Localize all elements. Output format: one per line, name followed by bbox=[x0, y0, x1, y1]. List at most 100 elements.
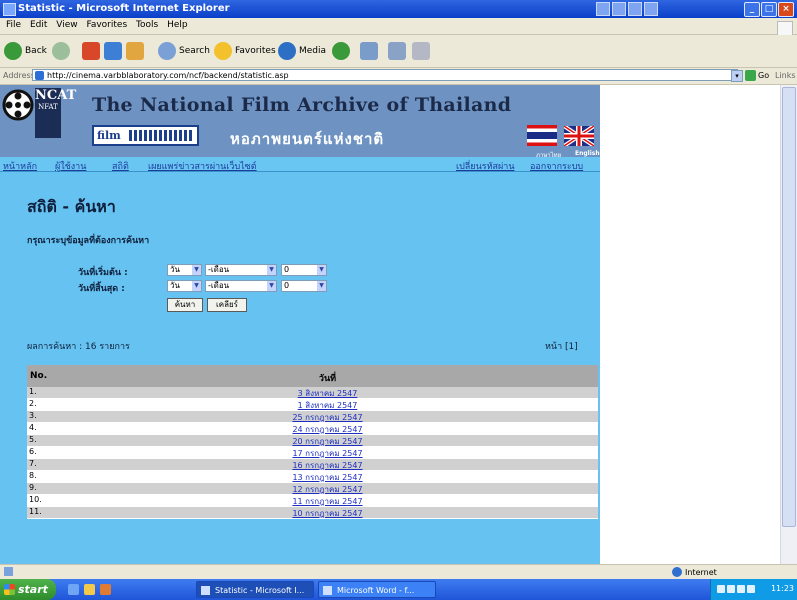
address-input[interactable]: http://cinema.varbblaboratory.com/ncf/ba… bbox=[32, 69, 738, 81]
nav-change-password[interactable]: เปลี่ยนรหัสผ่าน bbox=[456, 159, 514, 173]
word-icon bbox=[323, 586, 332, 595]
edit-icon bbox=[412, 42, 430, 60]
status-bar: Internet bbox=[0, 564, 797, 579]
nav-logout[interactable]: ออกจากระบบ bbox=[530, 159, 583, 173]
go-button[interactable]: Go bbox=[745, 70, 769, 81]
tray-icon-4[interactable] bbox=[747, 585, 755, 593]
reset-button[interactable]: เคลียร์ bbox=[207, 298, 247, 312]
clock[interactable]: 11:23 bbox=[771, 584, 794, 593]
history-icon bbox=[332, 42, 350, 60]
pager[interactable]: หน้า [1] bbox=[545, 339, 578, 353]
table-row: 10. 11 กรกฎาคม 2547 bbox=[27, 495, 598, 507]
edit-button[interactable] bbox=[412, 41, 430, 61]
row-number: 3. bbox=[29, 411, 37, 420]
media-icon bbox=[278, 42, 296, 60]
start-year-select[interactable]: 0 ▼ bbox=[281, 264, 327, 276]
back-icon bbox=[4, 42, 22, 60]
taskbar-item-word[interactable]: Microsoft Word - f... bbox=[318, 581, 436, 598]
search-submit-button[interactable]: ค้นหา bbox=[167, 298, 203, 312]
quicklaunch-explorer-icon[interactable] bbox=[84, 584, 95, 595]
maximize-button[interactable]: □ bbox=[761, 2, 777, 17]
links-button[interactable]: Links bbox=[775, 71, 796, 80]
app-icon-1[interactable] bbox=[596, 2, 610, 16]
back-button[interactable]: Back bbox=[4, 41, 47, 61]
table-row: 6. 17 กรกฎาคม 2547 bbox=[27, 447, 598, 459]
row-number: 1. bbox=[29, 387, 37, 396]
results-table: No. วันที่ 1. 3 สิงหาคม 2547 2. 1 สิงหาคม 2… bbox=[27, 365, 598, 519]
scrollbar-thumb[interactable] bbox=[782, 87, 796, 527]
close-button[interactable]: × bbox=[778, 2, 794, 17]
mail-icon bbox=[360, 42, 378, 60]
search-icon bbox=[158, 42, 176, 60]
table-row: 1. 3 สิงหาคม 2547 bbox=[27, 387, 598, 399]
tray-icon-3[interactable] bbox=[737, 585, 745, 593]
ncat-logo: NCAT NFAT bbox=[35, 88, 76, 138]
table-row: 9. 12 กรกฎาคม 2547 bbox=[27, 483, 598, 495]
page-icon bbox=[35, 71, 44, 80]
nav-statistics[interactable]: สถิติ bbox=[112, 159, 129, 173]
menu-file[interactable]: File bbox=[6, 20, 21, 30]
nav-publish-news[interactable]: เผยแพร่ข่าวสารผ่านเว็บไซต์ bbox=[148, 159, 257, 173]
end-day-select[interactable]: วัน ▼ bbox=[167, 280, 202, 292]
quicklaunch-media-icon[interactable] bbox=[100, 584, 111, 595]
vertical-scrollbar[interactable] bbox=[780, 85, 797, 564]
search-button[interactable]: Search bbox=[158, 41, 210, 61]
minimize-button[interactable]: _ bbox=[744, 2, 760, 17]
address-dropdown[interactable]: ▾ bbox=[731, 70, 743, 82]
menu-tools[interactable]: Tools bbox=[136, 20, 158, 30]
end-year-select[interactable]: 0 ▼ bbox=[281, 280, 327, 292]
go-arrow-icon bbox=[745, 70, 756, 81]
stop-button[interactable] bbox=[82, 41, 100, 61]
mail-button[interactable] bbox=[360, 41, 378, 61]
start-month-select[interactable]: -เดือน ▼ bbox=[205, 264, 277, 276]
app-icon-4[interactable] bbox=[644, 2, 658, 16]
uk-flag-icon[interactable] bbox=[564, 126, 594, 146]
row-number: 4. bbox=[29, 423, 37, 432]
menu-favorites[interactable]: Favorites bbox=[86, 20, 127, 30]
film-reel-logo-icon bbox=[2, 89, 34, 121]
start-day-select[interactable]: วัน ▼ bbox=[167, 264, 202, 276]
menu-edit[interactable]: Edit bbox=[30, 20, 47, 30]
tray-icon-1[interactable] bbox=[717, 585, 725, 593]
end-month-select[interactable]: -เดือน ▼ bbox=[205, 280, 277, 292]
nav-home[interactable]: หน้าหลัก bbox=[3, 159, 37, 173]
language-english-link[interactable]: English bbox=[575, 150, 600, 157]
favorites-button[interactable]: Favorites bbox=[214, 41, 276, 61]
menu-help[interactable]: Help bbox=[167, 20, 188, 30]
nav-users[interactable]: ผู้ใช้งาน bbox=[55, 159, 86, 173]
chevron-down-icon: ▼ bbox=[192, 281, 201, 291]
instructions-text: กรุณาระบุข้อมูลที่ต้องการค้นหา bbox=[27, 236, 150, 246]
app-icon-2[interactable] bbox=[612, 2, 626, 16]
table-row: 4. 24 กรกฎาคม 2547 bbox=[27, 423, 598, 435]
app-icon-3[interactable] bbox=[628, 2, 642, 16]
home-button[interactable] bbox=[126, 41, 144, 61]
table-header: No. วันที่ bbox=[27, 365, 598, 387]
row-number: 2. bbox=[29, 399, 37, 408]
refresh-button[interactable] bbox=[104, 41, 122, 61]
table-row: 7. 16 กรกฎาคม 2547 bbox=[27, 459, 598, 471]
tray-icon-2[interactable] bbox=[727, 585, 735, 593]
print-button[interactable] bbox=[388, 41, 406, 61]
ie-icon bbox=[3, 3, 16, 16]
result-count: ผลการค้นหา : 16 รายการ bbox=[27, 342, 130, 352]
org-name-english: The National Film Archive of Thailand bbox=[92, 94, 512, 116]
forward-icon bbox=[52, 42, 70, 60]
start-button[interactable]: start bbox=[0, 579, 56, 600]
quicklaunch-ie-icon[interactable] bbox=[68, 584, 79, 595]
taskbar-item-ie[interactable]: Statistic - Microsoft I... bbox=[196, 581, 314, 598]
menu-view[interactable]: View bbox=[56, 20, 77, 30]
history-button[interactable] bbox=[332, 41, 350, 61]
row-date-link[interactable]: 10 กรกฎาคม 2547 bbox=[57, 507, 598, 520]
forward-button[interactable] bbox=[52, 41, 70, 61]
row-number: 5. bbox=[29, 435, 37, 444]
row-number: 9. bbox=[29, 483, 37, 492]
media-button[interactable]: Media bbox=[278, 41, 326, 61]
taskbar: start Statistic - Microsoft I... Microso… bbox=[0, 579, 797, 600]
print-icon bbox=[388, 42, 406, 60]
thai-flag-icon[interactable] bbox=[527, 125, 557, 146]
address-bar: Address http://cinema.varbblaboratory.co… bbox=[0, 68, 797, 85]
refresh-icon bbox=[104, 42, 122, 60]
chevron-down-icon: ▼ bbox=[317, 281, 326, 291]
internet-zone-icon bbox=[672, 567, 682, 577]
page-status-icon bbox=[4, 567, 13, 576]
